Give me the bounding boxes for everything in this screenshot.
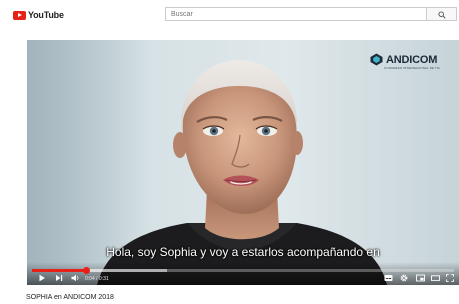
andicom-logo-icon (370, 53, 383, 66)
search-box (165, 7, 427, 21)
youtube-logo-text: YouTube (28, 10, 64, 20)
search-button[interactable] (427, 7, 457, 21)
miniplayer-icon[interactable] (416, 274, 425, 282)
andicom-logo-subtext: CONGRESO INTERNACIONAL DE TIC (384, 66, 441, 70)
video-player[interactable]: ANDICOM CONGRESO INTERNACIONAL DE TIC Ho… (27, 40, 459, 285)
video-title: SOPHIA en ANDICOM 2018 (26, 294, 114, 301)
progress-played (32, 269, 87, 272)
search-icon (438, 11, 446, 19)
youtube-logo[interactable]: YouTube (13, 10, 64, 20)
play-icon[interactable] (38, 274, 46, 282)
masthead: YouTube (0, 0, 459, 30)
search-input[interactable] (166, 8, 409, 20)
progress-bar[interactable] (32, 269, 454, 272)
youtube-play-logo-icon (13, 10, 26, 20)
fullscreen-icon[interactable] (446, 274, 454, 282)
next-icon[interactable] (55, 274, 63, 282)
andicom-logo-text: ANDICOM (386, 53, 438, 66)
gear-icon[interactable] (400, 274, 408, 282)
subtitles-icon[interactable] (384, 274, 393, 282)
time-display: 0:04 / 0:31 (85, 276, 109, 282)
caption-text: Hola, soy Sophia y voy a estarlos acompa… (106, 245, 380, 259)
theater-icon[interactable] (431, 274, 440, 282)
andicom-logo: ANDICOM (370, 53, 437, 66)
volume-icon[interactable] (71, 274, 80, 282)
